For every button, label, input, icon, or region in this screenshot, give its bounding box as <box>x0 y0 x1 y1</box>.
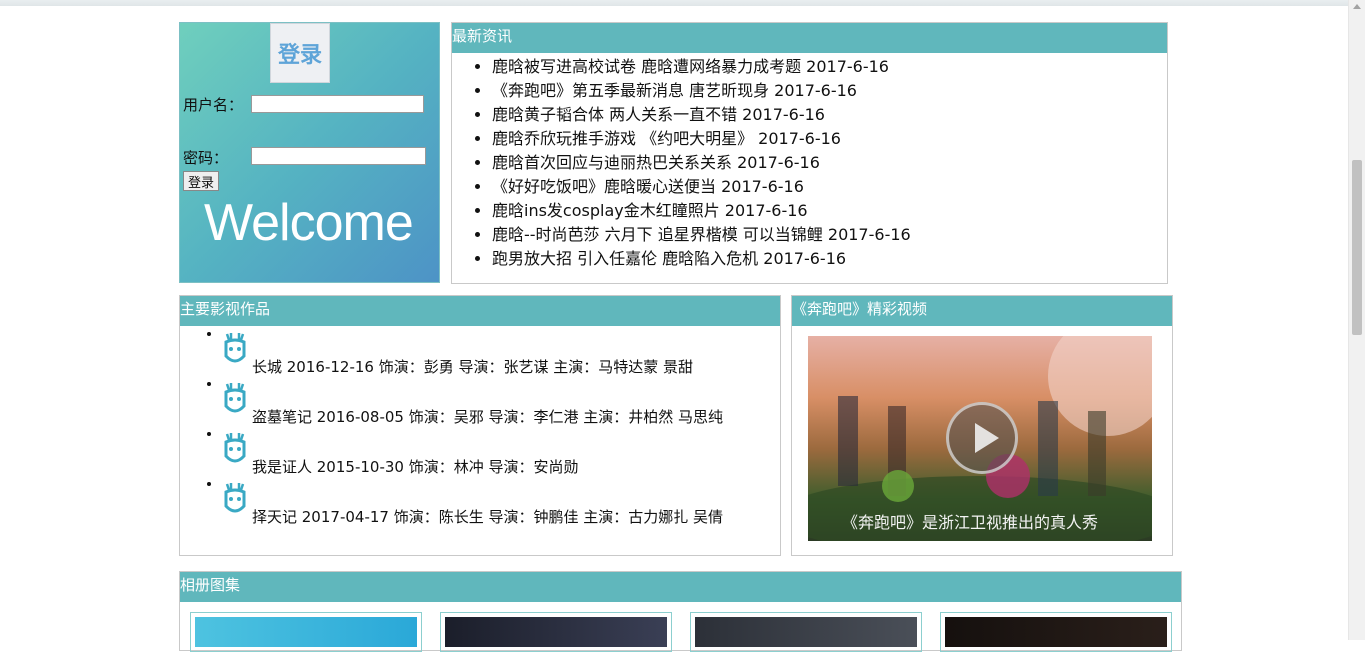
works-title: 主要影视作品 <box>180 296 780 326</box>
username-label: 用户名： <box>183 96 244 114</box>
play-icon[interactable] <box>946 402 1018 474</box>
video-panel: 《奔跑吧》精彩视频 《奔跑吧》是浙江卫视推出的真人秀 <box>791 295 1173 556</box>
news-item[interactable]: 鹿晗黄子韬合体 两人关系一直不错 2017-6-16 <box>492 103 911 127</box>
works-panel: 主要影视作品 长城 2016-12-16 饰演：彭勇 导演：张艺谋 主演：马特达… <box>179 295 781 556</box>
video-title: 《奔跑吧》精彩视频 <box>792 296 1172 326</box>
deer-icon <box>224 383 246 413</box>
login-logo: 登录 <box>270 23 330 83</box>
works-list: 长城 2016-12-16 饰演：彭勇 导演：张艺谋 主演：马特达蒙 景甜 盗墓… <box>180 326 723 526</box>
deer-icon <box>224 333 246 363</box>
work-item-text: 我是证人 2015-10-30 饰演：林冲 导演：安尚勋 <box>252 458 579 476</box>
page-scrollbar[interactable] <box>1348 0 1365 640</box>
news-item[interactable]: 鹿晗ins发cosplay金木红瞳照片 2017-6-16 <box>492 199 911 223</box>
album-photo[interactable] <box>940 612 1172 652</box>
login-button[interactable]: 登录 <box>183 171 220 191</box>
password-label: 密码： <box>183 149 229 167</box>
news-item[interactable]: 鹿晗乔欣玩推手游戏 《约吧大明星》 2017-6-16 <box>492 127 911 151</box>
video-caption: 《奔跑吧》是浙江卫视推出的真人秀 <box>842 513 1099 532</box>
password-input[interactable] <box>251 147 426 165</box>
news-panel: 最新资讯 鹿晗被写进高校试卷 鹿晗遭网络暴力成考题 2017-6-16 《奔跑吧… <box>451 22 1168 284</box>
scrollbar-thumb[interactable] <box>1352 160 1362 335</box>
browser-top-strip <box>0 0 1349 12</box>
work-item-text: 择天记 2017-04-17 饰演：陈长生 导演：钟鹏佳 主演：古力娜扎 吴倩 <box>252 508 724 526</box>
news-item[interactable]: 鹿晗--时尚芭莎 六月下 追星界楷模 可以当锦鲤 2017-6-16 <box>492 223 911 247</box>
news-item[interactable]: 鹿晗首次回应与迪丽热巴关系关系 2017-6-16 <box>492 151 911 175</box>
deer-icon <box>224 483 246 513</box>
news-list: 鹿晗被写进高校试卷 鹿晗遭网络暴力成考题 2017-6-16 《奔跑吧》第五季最… <box>452 55 911 271</box>
album-photo[interactable] <box>440 612 672 652</box>
news-item[interactable]: 《好好吃饭吧》鹿晗暖心送便当 2017-6-16 <box>492 175 911 199</box>
album-panel: 相册图集 <box>179 571 1182 652</box>
welcome-banner: Welcome <box>204 194 414 252</box>
work-item-text: 长城 2016-12-16 饰演：彭勇 导演：张艺谋 主演：马特达蒙 景甜 <box>252 358 694 376</box>
album-photo[interactable] <box>690 612 922 652</box>
deer-icon <box>224 433 246 463</box>
video-player[interactable]: 《奔跑吧》是浙江卫视推出的真人秀 <box>808 336 1152 541</box>
album-title: 相册图集 <box>180 572 1181 602</box>
news-item[interactable]: 《奔跑吧》第五季最新消息 唐艺昕现身 2017-6-16 <box>492 79 911 103</box>
username-input[interactable] <box>251 95 424 113</box>
scroll-up-icon[interactable] <box>1353 4 1361 9</box>
work-item-text: 盗墓笔记 2016-08-05 饰演：吴邪 导演：李仁港 主演：井柏然 马思纯 <box>252 408 724 426</box>
news-item[interactable]: 跑男放大招 引入任嘉伦 鹿晗陷入危机 2017-6-16 <box>492 247 911 271</box>
login-panel: 登录 用户名： 密码： 登录 Welcome <box>179 22 440 283</box>
album-photo[interactable] <box>190 612 422 652</box>
news-item[interactable]: 鹿晗被写进高校试卷 鹿晗遭网络暴力成考题 2017-6-16 <box>492 55 911 79</box>
news-title: 最新资讯 <box>452 23 1167 53</box>
